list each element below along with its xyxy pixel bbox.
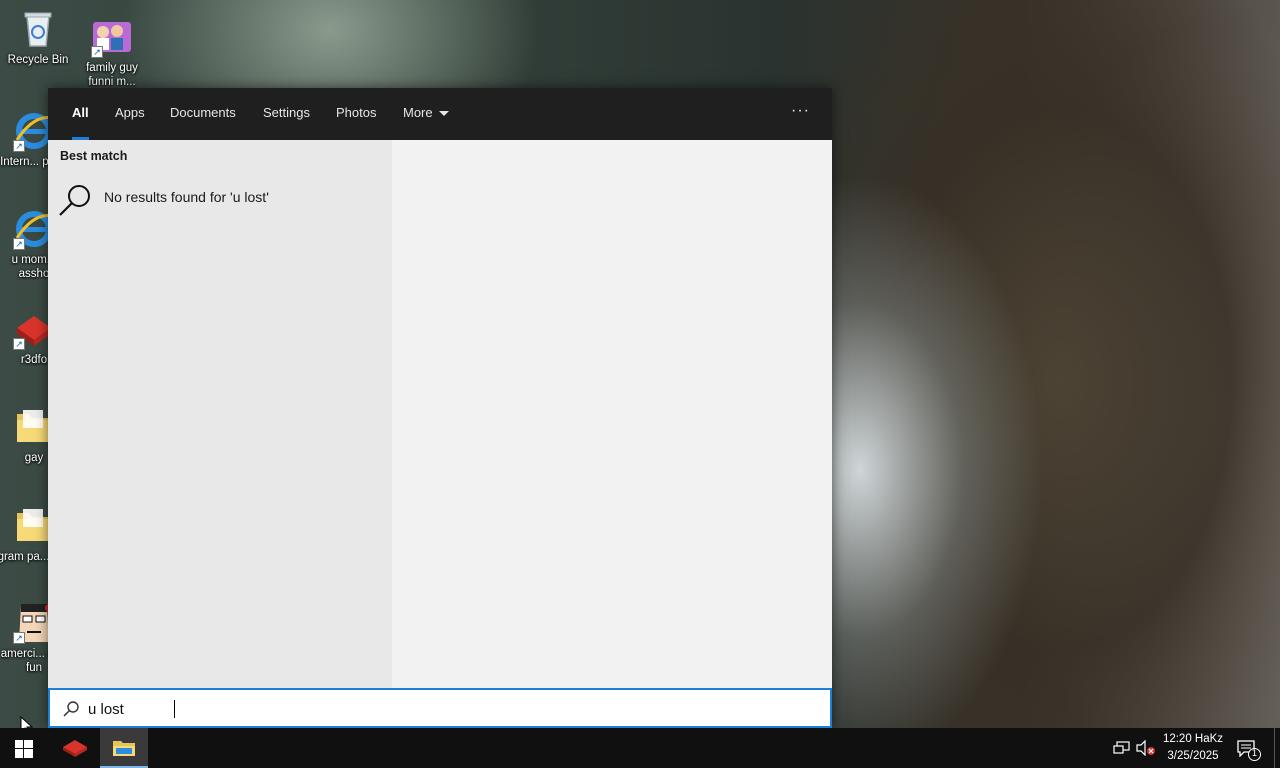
more-options-button[interactable]: ··· bbox=[791, 88, 810, 140]
search-icon bbox=[59, 185, 90, 216]
family-guy-shortcut-icon: ↗ bbox=[91, 16, 133, 58]
no-results-text: No results found for 'u lost' bbox=[104, 189, 269, 205]
search-tab-bar: All Apps Documents Settings Photos More … bbox=[48, 88, 832, 140]
shortcut-arrow-icon: ↗ bbox=[13, 140, 25, 152]
tab-settings[interactable]: Settings bbox=[251, 88, 322, 140]
results-list-pane bbox=[48, 140, 392, 688]
text-caret bbox=[174, 700, 175, 718]
shortcut-arrow-icon: ↗ bbox=[91, 46, 103, 58]
desktop-icon-label: Recycle Bin bbox=[7, 54, 69, 66]
show-desktop-button[interactable] bbox=[1274, 728, 1275, 768]
windows-logo-icon bbox=[15, 740, 33, 758]
tab-documents[interactable]: Documents bbox=[158, 88, 248, 140]
search-icon bbox=[63, 701, 79, 717]
shortcut-arrow-icon: ↗ bbox=[13, 632, 25, 644]
tab-photos[interactable]: Photos bbox=[324, 88, 388, 140]
r3dfox-icon bbox=[63, 740, 87, 757]
notification-count-badge: 1 bbox=[1248, 748, 1261, 761]
no-results-item: No results found for 'u lost' bbox=[58, 183, 388, 219]
network-icon[interactable] bbox=[1113, 740, 1131, 756]
preview-pane bbox=[392, 140, 832, 688]
tab-more[interactable]: More bbox=[391, 88, 461, 140]
volume-muted-icon[interactable] bbox=[1136, 740, 1156, 756]
clock-date: 3/25/2025 bbox=[1167, 750, 1219, 762]
clock-time: 12:20 HaKz bbox=[1162, 733, 1224, 745]
chevron-down-icon bbox=[438, 111, 449, 117]
taskbar-clock[interactable]: 12:20 HaKz 3/25/2025 bbox=[1158, 731, 1228, 765]
best-match-heading: Best match bbox=[60, 149, 128, 163]
search-panel: All Apps Documents Settings Photos More … bbox=[48, 88, 832, 728]
start-button[interactable] bbox=[0, 728, 48, 768]
recycle-bin-icon bbox=[17, 8, 59, 50]
desktop-icon-label: r3dfo bbox=[20, 354, 48, 366]
desktop-icon-recycle-bin[interactable]: Recycle Bin bbox=[0, 8, 76, 67]
shortcut-arrow-icon: ↗ bbox=[13, 238, 25, 250]
taskbar-app-r3dfox[interactable] bbox=[51, 728, 99, 768]
tab-all[interactable]: All bbox=[60, 88, 101, 140]
taskbar: 12:20 HaKz 3/25/2025 1 bbox=[0, 728, 1280, 768]
shortcut-arrow-icon: ↗ bbox=[13, 338, 25, 350]
search-box[interactable] bbox=[48, 688, 832, 728]
taskbar-app-file-explorer[interactable] bbox=[100, 728, 148, 768]
file-explorer-icon bbox=[113, 741, 135, 756]
desktop-icon-label: gay bbox=[24, 452, 44, 464]
desktop-icon-family-guy[interactable]: ↗ family guy funni m... bbox=[74, 16, 150, 89]
search-input[interactable] bbox=[88, 696, 788, 722]
desktop-icon-label: family guy funni m... bbox=[86, 62, 138, 88]
tab-apps[interactable]: Apps bbox=[103, 88, 157, 140]
